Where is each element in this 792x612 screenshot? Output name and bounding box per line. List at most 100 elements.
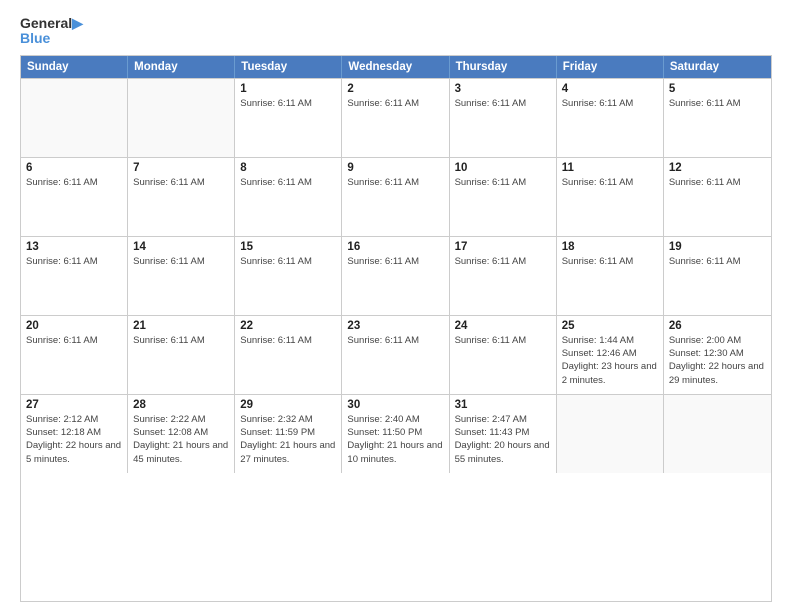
day-info-29: Sunrise: 2:32 AM Sunset: 11:59 PM Daylig… [240,413,336,466]
day-number-18: 18 [562,241,658,253]
day-cell-26: 26 Sunrise: 2:00 AM Sunset: 12:30 AM Dayl… [664,316,771,394]
week-row-1: 1 Sunrise: 6:11 AM 2 Sunrise: 6:11 AM 3 Sunri… [21,78,771,157]
day-info-24: Sunrise: 6:11 AM [455,334,551,347]
day-cell-27: 27 Sunrise: 2:12 AM Sunset: 12:18 AM Dayl… [21,395,128,473]
day-number-26: 26 [669,320,766,332]
header-cell-sunday: Sunday [21,56,128,78]
day-number-5: 5 [669,83,766,95]
day-cell-14: 14 Sunrise: 6:11 AM [128,237,235,315]
day-info-22: Sunrise: 6:11 AM [240,334,336,347]
day-number-1: 1 [240,83,336,95]
day-number-22: 22 [240,320,336,332]
week-row-5: 27 Sunrise: 2:12 AM Sunset: 12:18 AM Dayl… [21,394,771,473]
day-info-28: Sunrise: 2:22 AM Sunset: 12:08 AM Daylig… [133,413,229,466]
empty-cell-0-0 [21,79,128,157]
day-info-7: Sunrise: 6:11 AM [133,176,229,189]
day-cell-12: 12 Sunrise: 6:11 AM [664,158,771,236]
empty-cell-0-1 [128,79,235,157]
day-cell-20: 20 Sunrise: 6:11 AM [21,316,128,394]
day-number-20: 20 [26,320,122,332]
day-info-21: Sunrise: 6:11 AM [133,334,229,347]
day-info-2: Sunrise: 6:11 AM [347,97,443,110]
day-cell-3: 3 Sunrise: 6:11 AM [450,79,557,157]
calendar-body: 1 Sunrise: 6:11 AM 2 Sunrise: 6:11 AM 3 Sunri… [21,78,771,473]
day-info-26: Sunrise: 2:00 AM Sunset: 12:30 AM Daylig… [669,334,766,387]
week-row-4: 20 Sunrise: 6:11 AM 21 Sunrise: 6:11 AM 22 Su… [21,315,771,394]
day-number-19: 19 [669,241,766,253]
day-number-27: 27 [26,399,122,411]
day-cell-24: 24 Sunrise: 6:11 AM [450,316,557,394]
page: General▶ Blue SundayMondayTuesdayWednesd… [0,0,792,612]
day-cell-18: 18 Sunrise: 6:11 AM [557,237,664,315]
day-info-31: Sunrise: 2:47 AM Sunset: 11:43 PM Daylig… [455,413,551,466]
empty-cell-4-5 [557,395,664,473]
header-cell-thursday: Thursday [450,56,557,78]
day-number-13: 13 [26,241,122,253]
week-row-2: 6Sunrise: 6:11 AM7Sunrise: 6:11 AM8Sunri… [21,157,771,236]
day-info-15: Sunrise: 6:11 AM [240,255,336,268]
day-cell-6: 6Sunrise: 6:11 AM [21,158,128,236]
header-cell-wednesday: Wednesday [342,56,449,78]
day-cell-5: 5Sunrise: 6:11 AM [664,79,771,157]
day-info-4: Sunrise: 6:11 AM [562,97,658,110]
day-number-25: 25 [562,320,658,332]
day-cell-16: 16 Sunrise: 6:11 AM [342,237,449,315]
day-cell-1: 1 Sunrise: 6:11 AM [235,79,342,157]
day-cell-15: 15 Sunrise: 6:11 AM [235,237,342,315]
day-info-19: Sunrise: 6:11 AM [669,255,766,268]
day-info-10: Sunrise: 6:11 AM [455,176,551,189]
day-cell-30: 30 Sunrise: 2:40 AM Sunset: 11:50 PM Dayl… [342,395,449,473]
day-info-18: Sunrise: 6:11 AM [562,255,658,268]
day-info-8: Sunrise: 6:11 AM [240,176,336,189]
day-info-11: Sunrise: 6:11 AM [562,176,658,189]
day-info-1: Sunrise: 6:11 AM [240,97,336,110]
day-info-20: Sunrise: 6:11 AM [26,334,122,347]
day-cell-22: 22 Sunrise: 6:11 AM [235,316,342,394]
day-info-3: Sunrise: 6:11 AM [455,97,551,110]
day-info-30: Sunrise: 2:40 AM Sunset: 11:50 PM Daylig… [347,413,443,466]
day-number-2: 2 [347,83,443,95]
day-number-12: 12 [669,162,766,174]
day-cell-10: 10Sunrise: 6:11 AM [450,158,557,236]
day-number-17: 17 [455,241,551,253]
day-number-6: 6 [26,162,122,174]
calendar-header-row: SundayMondayTuesdayWednesdayThursdayFrid… [21,56,771,78]
day-cell-8: 8 Sunrise: 6:11 AM [235,158,342,236]
day-number-31: 31 [455,399,551,411]
day-info-14: Sunrise: 6:11 AM [133,255,229,268]
week-row-3: 13Sunrise: 6:11 AM14Sunrise: 6:11 AM15Su… [21,236,771,315]
day-number-24: 24 [455,320,551,332]
day-number-9: 9 [347,162,443,174]
day-number-15: 15 [240,241,336,253]
day-number-4: 4 [562,83,658,95]
day-cell-13: 13Sunrise: 6:11 AM [21,237,128,315]
day-cell-29: 29 Sunrise: 2:32 AM Sunset: 11:59 PM Dayl… [235,395,342,473]
day-number-8: 8 [240,162,336,174]
day-number-29: 29 [240,399,336,411]
day-cell-2: 2 Sunrise: 6:11 AM [342,79,449,157]
calendar: SundayMondayTuesdayWednesdayThursdayFrid… [20,55,772,602]
header-cell-saturday: Saturday [664,56,771,78]
day-number-3: 3 [455,83,551,95]
day-info-16: Sunrise: 6:11 AM [347,255,443,268]
day-cell-7: 7 Sunrise: 6:11 AM [128,158,235,236]
header-cell-tuesday: Tuesday [235,56,342,78]
day-info-12: Sunrise: 6:11 AM [669,176,766,189]
day-info-25: Sunrise: 1:44 AM Sunset: 12:46 AM Daylig… [562,334,658,387]
day-number-14: 14 [133,241,229,253]
day-cell-25: 25 Sunrise: 1:44 AM Sunset: 12:46 AM Dayl… [557,316,664,394]
day-cell-17: 17 Sunrise: 6:11 AM [450,237,557,315]
day-info-17: Sunrise: 6:11 AM [455,255,551,268]
day-cell-19: 19 Sunrise: 6:11 AM [664,237,771,315]
day-info-27: Sunrise: 2:12 AM Sunset: 12:18 AM Daylig… [26,413,122,466]
day-cell-21: 21 Sunrise: 6:11 AM [128,316,235,394]
day-number-7: 7 [133,162,229,174]
day-number-21: 21 [133,320,229,332]
header-cell-friday: Friday [557,56,664,78]
day-number-30: 30 [347,399,443,411]
day-cell-11: 11Sunrise: 6:11 AM [557,158,664,236]
day-number-23: 23 [347,320,443,332]
day-number-16: 16 [347,241,443,253]
day-cell-28: 28Sunrise: 2:22 AM Sunset: 12:08 AM Dayl… [128,395,235,473]
header-cell-monday: Monday [128,56,235,78]
